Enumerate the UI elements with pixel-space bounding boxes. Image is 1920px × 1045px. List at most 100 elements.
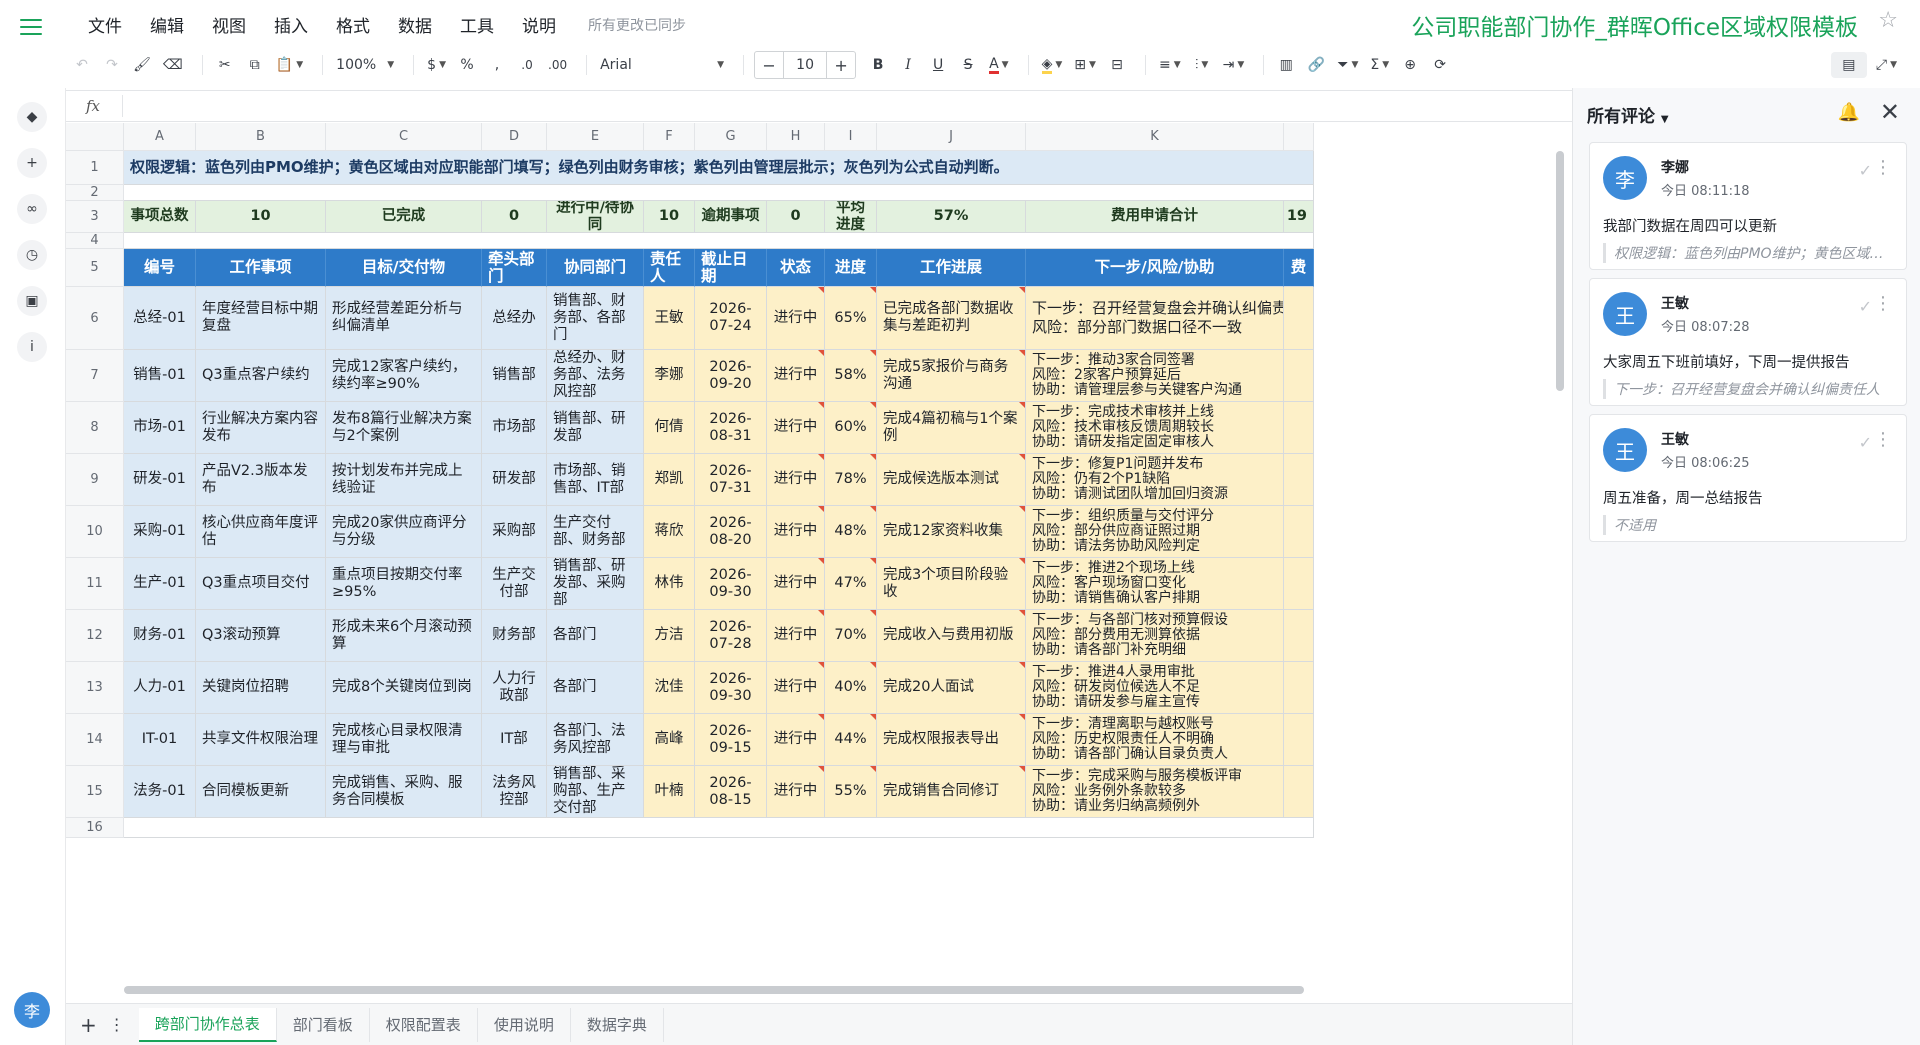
cell-owner[interactable]: 蒋欣 (644, 506, 695, 558)
column-header[interactable]: K (1026, 123, 1284, 151)
cell-goal[interactable]: 按计划发布并完成上线验证 (326, 454, 482, 506)
format-painter-icon[interactable]: 🖌 (130, 52, 154, 78)
tab-permission-config[interactable]: 权限配置表 (370, 1007, 478, 1042)
menu-edit[interactable]: 编辑 (150, 12, 184, 37)
cell-item[interactable]: Q3重点客户续约 (196, 350, 326, 402)
cell-next-steps[interactable]: 下一步：推进4人录用审批 风险：研发岗位候选人不足 协助：请研发参与雇主宣传 (1026, 662, 1284, 714)
summary-progress-value[interactable]: 10 (644, 201, 695, 233)
table-header-cell[interactable]: 责任人 (644, 249, 695, 287)
cell-coop-dept[interactable]: 销售部、采购部、生产交付部 (547, 766, 644, 818)
row-header[interactable]: 6 (66, 287, 124, 350)
table-header-cell[interactable]: 下一步/风险/协助 (1026, 249, 1284, 287)
cell-goal[interactable]: 完成12家客户续约，续约率≥90% (326, 350, 482, 402)
cell-goal[interactable]: 重点项目按期交付率≥95% (326, 558, 482, 610)
more-icon[interactable]: ⋮ (1874, 293, 1892, 314)
info-icon[interactable]: i (17, 332, 47, 362)
empty-row[interactable] (124, 233, 1314, 249)
cell-owner[interactable]: 何倩 (644, 402, 695, 454)
column-header[interactable]: H (767, 123, 825, 151)
cell-due-date[interactable]: 2026-07-31 (695, 454, 767, 506)
cell-coop-dept[interactable]: 销售部、财务部、各部门 (547, 287, 644, 350)
cell-coop-dept[interactable]: 各部门、法务风控部 (547, 714, 644, 766)
resolve-icon[interactable]: ✓ (1859, 433, 1872, 452)
text-wrap-button[interactable]: ⇥ ▼ (1220, 52, 1248, 78)
row-header[interactable]: 2 (66, 185, 124, 201)
cell-fee[interactable] (1284, 714, 1314, 766)
cell-item[interactable]: 年度经营目标中期复盘 (196, 287, 326, 350)
cell-progress-pct[interactable]: 48% (825, 506, 877, 558)
resolve-icon[interactable]: ✓ (1859, 161, 1872, 180)
cell-progress-note[interactable]: 完成12家资料收集 (877, 506, 1026, 558)
clear-format-icon[interactable]: ⌫ (160, 52, 186, 78)
cell-id[interactable]: 人力-01 (124, 662, 196, 714)
table-header-cell[interactable]: 状态 (767, 249, 825, 287)
row-header[interactable]: 9 (66, 454, 124, 506)
cell-owner[interactable]: 方洁 (644, 610, 695, 662)
cell-due-date[interactable]: 2026-09-30 (695, 662, 767, 714)
cell-lead-dept[interactable]: 法务风控部 (482, 766, 547, 818)
horizontal-align-button[interactable]: ≡ ▼ (1156, 52, 1184, 78)
table-header-cell[interactable]: 费 (1284, 249, 1314, 287)
add-user-icon[interactable]: + (17, 148, 47, 178)
horizontal-scrollbar[interactable] (124, 986, 1304, 994)
close-icon[interactable]: ✕ (1880, 98, 1900, 126)
cell-coop-dept[interactable]: 总经办、财务部、法务风控部 (547, 350, 644, 402)
clear-filter-icon[interactable]: ⟳ (1428, 52, 1452, 78)
column-header[interactable]: J (877, 123, 1026, 151)
cell-lead-dept[interactable]: 研发部 (482, 454, 547, 506)
cell-progress-pct[interactable]: 47% (825, 558, 877, 610)
menu-icon[interactable] (20, 19, 42, 35)
row-header[interactable]: 14 (66, 714, 124, 766)
cell-owner[interactable]: 李娜 (644, 350, 695, 402)
cell-status[interactable]: 进行中 (767, 506, 825, 558)
cell-next-steps[interactable]: 下一步：与各部门核对预算假设 风险：部分费用无测算依据 协助：请各部门补充明细 (1026, 610, 1284, 662)
row-header[interactable]: 7 (66, 350, 124, 402)
menu-format[interactable]: 格式 (336, 12, 370, 37)
insert-chart-icon[interactable]: ▥ (1274, 52, 1298, 78)
summary-total-label[interactable]: 事项总数 (124, 201, 196, 233)
cell-due-date[interactable]: 2026-09-15 (695, 714, 767, 766)
tag-icon[interactable]: ◆ (17, 102, 47, 132)
summary-overdue-label[interactable]: 逾期事项 (695, 201, 767, 233)
row-header[interactable]: 3 (66, 201, 124, 233)
cell-progress-note[interactable]: 完成销售合同修订 (877, 766, 1026, 818)
more-icon[interactable]: ⋮ (1874, 157, 1892, 178)
column-header[interactable]: I (825, 123, 877, 151)
cell-status[interactable]: 进行中 (767, 558, 825, 610)
cell-lead-dept[interactable]: 财务部 (482, 610, 547, 662)
menu-insert[interactable]: 插入 (274, 12, 308, 37)
cell-fee[interactable] (1284, 662, 1314, 714)
filter-button[interactable]: ⏷ ▼ (1334, 52, 1361, 78)
row-header[interactable]: 12 (66, 610, 124, 662)
cut-icon[interactable]: ✂ (213, 52, 237, 78)
cell-coop-dept[interactable]: 各部门 (547, 610, 644, 662)
cell-id[interactable]: 财务-01 (124, 610, 196, 662)
functions-button[interactable]: Σ ▼ (1367, 52, 1392, 78)
row-header[interactable]: 10 (66, 506, 124, 558)
row-header[interactable]: 15 (66, 766, 124, 818)
cell-next-steps[interactable]: 下一步：完成技术审核并上线 风险：技术审核反馈周期较长 协助：请研发指定固定审核人 (1026, 402, 1284, 454)
underline-button[interactable]: U (926, 52, 950, 78)
cell-fee[interactable] (1284, 350, 1314, 402)
table-header-cell[interactable]: 协同部门 (547, 249, 644, 287)
cell-next-steps[interactable]: 下一步：召开经营复盘会并确认纠偏责任人风险：部分部门数据口径不一致 (1026, 287, 1284, 350)
cell-goal[interactable]: 完成销售、采购、服务合同模板 (326, 766, 482, 818)
summary-done-label[interactable]: 已完成 (326, 201, 482, 233)
cell-next-steps[interactable]: 下一步：推动3家合同签署 风险：2家客户预算延后 协助：请管理层参与关键客户沟通 (1026, 350, 1284, 402)
table-header-cell[interactable]: 截止日期 (695, 249, 767, 287)
cell-goal[interactable]: 形成未来6个月滚动预算 (326, 610, 482, 662)
menu-view[interactable]: 视图 (212, 12, 246, 37)
cell-status[interactable]: 进行中 (767, 766, 825, 818)
link-icon[interactable]: ∞ (17, 194, 47, 224)
percent-button[interactable]: % (455, 52, 479, 78)
cell-item[interactable]: 共享文件权限治理 (196, 714, 326, 766)
cell-goal[interactable]: 完成核心目录权限清理与审批 (326, 714, 482, 766)
cell-id[interactable]: 销售-01 (124, 350, 196, 402)
cell-item[interactable]: Q3重点项目交付 (196, 558, 326, 610)
cell-progress-note[interactable]: 完成候选版本测试 (877, 454, 1026, 506)
cell-status[interactable]: 进行中 (767, 287, 825, 350)
fullscreen-button[interactable]: ⤢ ▼ (1873, 52, 1900, 78)
sheet-grid[interactable]: A B C D E F G H I J K 1 2 3 4 5 6 7 8 9 10 11 12 13 14 15 16 权限逻辑：蓝… (66, 123, 1572, 980)
merge-cells-icon[interactable]: ⊟ (1105, 52, 1129, 78)
cell-lead-dept[interactable]: 采购部 (482, 506, 547, 558)
